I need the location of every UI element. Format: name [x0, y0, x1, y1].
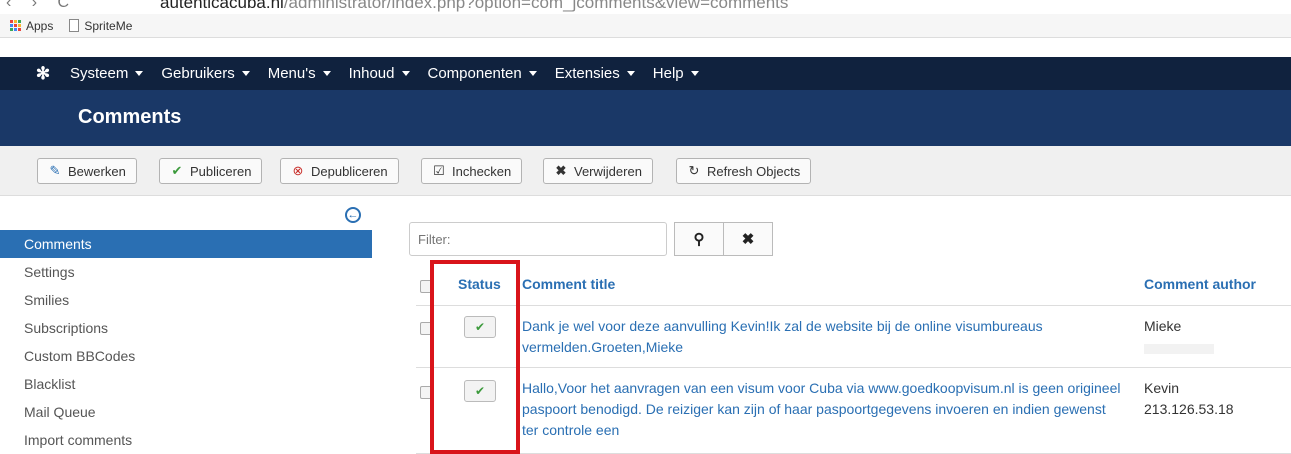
browser-url[interactable]: autenticacuba.nl/administrator/index.php… [160, 0, 788, 13]
table-header: Status Comment title Comment author [416, 262, 1291, 306]
table-row: ✔ Dank je wel voor deze aanvulling Kevin… [416, 306, 1291, 368]
caret-down-icon [241, 71, 250, 76]
sidebar-item-smilies[interactable]: Smilies [0, 286, 372, 314]
apps-grid-icon [10, 20, 21, 31]
comment-title-link[interactable]: Hallo,Voor het aanvragen van een visum v… [522, 378, 1122, 441]
caret-down-icon [135, 71, 144, 76]
bookmark-apps[interactable]: Apps [10, 19, 53, 33]
unpublish-icon: ⊗ [292, 163, 304, 178]
sidebar-item-custom-bbcodes[interactable]: Custom BBCodes [0, 342, 372, 370]
bookmarks-bar: Apps SpriteMe [0, 14, 1291, 38]
sidebar-item-comments[interactable]: Comments [0, 230, 372, 258]
toolbar: ✎ Bewerken ✔ Publiceren ⊗ Depubliceren ☑ Inc… [0, 146, 1291, 196]
comment-author: Mieke [1144, 318, 1182, 334]
publish-button[interactable]: ✔ Publiceren [159, 158, 263, 184]
comment-title-link[interactable]: Dank je wel voor deze aanvulling Kevin!I… [522, 316, 1122, 358]
clear-icon: ✖ [741, 231, 755, 248]
sidebar-item-mail-queue[interactable]: Mail Queue [0, 398, 372, 426]
checkin-icon: ☑ [433, 163, 445, 178]
search-button[interactable]: ⚲ [674, 222, 724, 256]
menu-inhoud[interactable]: Inhoud [349, 65, 410, 82]
refresh-objects-button[interactable]: ↻ Refresh Objects [676, 158, 812, 184]
menu-gebruikers[interactable]: Gebruikers [161, 65, 250, 82]
refresh-icon: ↻ [688, 163, 700, 178]
sidebar-item-blacklist[interactable]: Blacklist [0, 370, 372, 398]
menu-componenten[interactable]: Componenten [428, 65, 537, 82]
edit-icon: ✎ [49, 163, 61, 178]
page-title: Comments [78, 106, 182, 128]
redacted-ip [1144, 344, 1214, 354]
search-icon: ⚲ [693, 231, 705, 248]
status-highlight-box [430, 260, 520, 454]
check-icon: ✔ [171, 163, 183, 178]
menu-systeem[interactable]: Systeem [70, 65, 144, 82]
column-comment-title[interactable]: Comment title [522, 276, 615, 292]
table-row: ✔ Hallo,Voor het aanvragen van een visum… [416, 368, 1291, 454]
sidebar: Comments Settings Smilies Subscriptions … [0, 230, 372, 454]
caret-down-icon [626, 71, 635, 76]
caret-down-icon [322, 71, 331, 76]
checkin-button[interactable]: ☑ Inchecken [421, 158, 523, 184]
column-comment-author[interactable]: Comment author [1144, 276, 1256, 292]
delete-icon: ✖ [555, 163, 567, 178]
unpublish-button[interactable]: ⊗ Depubliceren [280, 158, 399, 184]
menu-extensies[interactable]: Extensies [555, 65, 635, 82]
caret-down-icon [690, 71, 699, 76]
menu-help[interactable]: Help [653, 65, 699, 82]
sidebar-item-settings[interactable]: Settings [0, 258, 372, 286]
bookmark-label: SpriteMe [84, 18, 133, 33]
caret-down-icon [401, 71, 410, 76]
menu-menus[interactable]: Menu's [268, 65, 331, 82]
comment-author-ip: 213.126.53.18 [1144, 401, 1234, 417]
edit-button[interactable]: ✎ Bewerken [37, 158, 137, 184]
sidebar-item-subscriptions[interactable]: Subscriptions [0, 314, 372, 342]
bookmark-spriteme[interactable]: SpriteMe [69, 19, 132, 33]
clear-button[interactable]: ✖ [723, 222, 773, 256]
page-icon [69, 19, 80, 32]
collapse-left-icon[interactable]: ← [345, 207, 361, 223]
delete-button[interactable]: ✖ Verwijderen [543, 158, 653, 184]
filter-input[interactable] [409, 222, 667, 256]
page-header: Comments [0, 90, 1291, 146]
bookmark-label: Apps [26, 18, 54, 33]
browser-nav-icons[interactable]: ‹ › C [6, 0, 77, 12]
top-navigation: ✻ Systeem Gebruikers Menu's Inhoud Compo… [0, 57, 1291, 90]
joomla-icon[interactable]: ✻ [34, 64, 52, 83]
sidebar-item-import-comments[interactable]: Import comments [0, 426, 372, 454]
browser-url-bar[interactable]: ‹ › C autenticacuba.nl/administrator/ind… [0, 0, 1291, 14]
comment-author: Kevin [1144, 380, 1180, 396]
caret-down-icon [528, 71, 537, 76]
